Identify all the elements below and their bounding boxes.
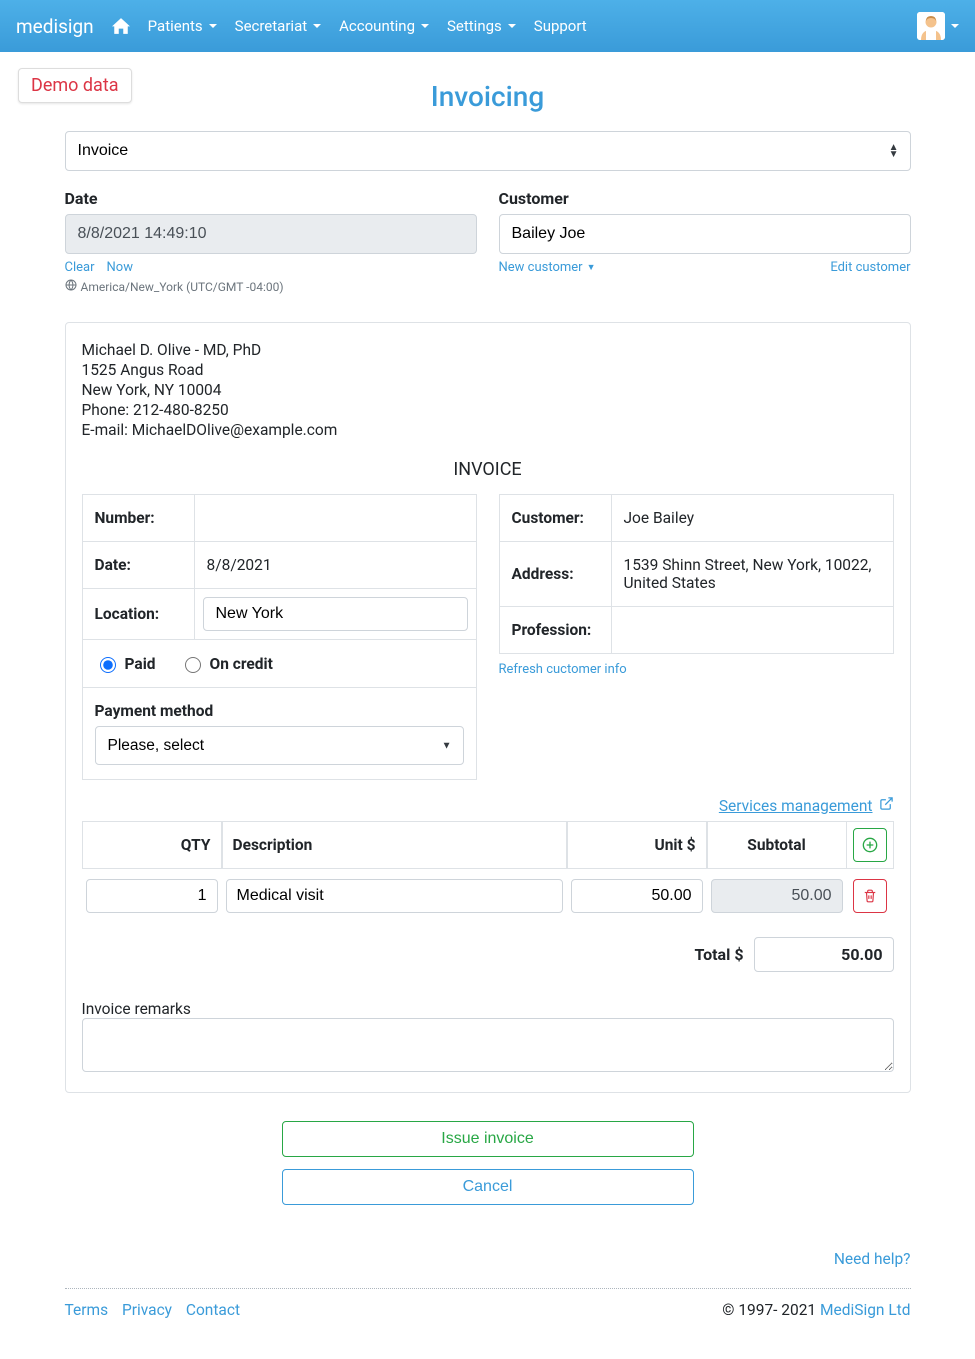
invoice-meta-table: Number: Date: 8/8/2021 Location:	[82, 494, 477, 780]
item-qty-input[interactable]	[86, 879, 218, 913]
profession-value	[611, 607, 893, 654]
date-clear-link[interactable]: Clear	[65, 260, 95, 275]
navbar: medisign Patients Secretariat Accounting…	[0, 0, 975, 52]
globe-icon	[65, 279, 77, 294]
col-desc: Description	[222, 821, 567, 869]
nav-settings[interactable]: Settings	[447, 17, 516, 35]
cust-value: Joe Bailey	[611, 495, 893, 542]
invoice-card: Michael D. Olive - MD, PhD 1525 Angus Ro…	[65, 322, 911, 1093]
credit-radio[interactable]	[185, 657, 201, 673]
profession-label: Profession:	[499, 607, 611, 654]
sender-phone: Phone: 212-480-8250	[82, 401, 894, 419]
location-input[interactable]	[203, 597, 468, 631]
new-customer-link[interactable]: New customer ▼	[499, 260, 596, 275]
refresh-customer-link[interactable]: Refresh cuctomer info	[499, 662, 627, 677]
demo-data-badge: Demo data	[18, 68, 132, 103]
customer-info-table: Customer: Joe Bailey Address: 1539 Shinn…	[499, 494, 894, 654]
remarks-label: Invoice remarks	[82, 1000, 894, 1018]
date-input[interactable]	[65, 214, 477, 254]
footer-contact[interactable]: Contact	[186, 1301, 240, 1319]
need-help-link[interactable]: Need help?	[834, 1250, 911, 1268]
nav-patients[interactable]: Patients	[148, 17, 217, 35]
home-icon[interactable]	[112, 18, 130, 34]
delete-item-button[interactable]	[853, 879, 887, 913]
footer: Terms Privacy Contact © 1997- 2021 MediS…	[65, 1301, 911, 1319]
item-row	[82, 869, 894, 923]
edit-customer-link[interactable]: Edit customer	[830, 260, 910, 275]
user-menu[interactable]	[917, 12, 959, 40]
invoice-heading: INVOICE	[82, 459, 894, 480]
item-unit-input[interactable]	[571, 879, 703, 913]
remarks-textarea[interactable]	[82, 1018, 894, 1072]
items-table: QTY Description Unit $ Subtotal	[82, 821, 894, 923]
payment-method-select[interactable]: Please, select	[95, 726, 464, 765]
customer-input[interactable]	[499, 214, 911, 254]
document-type-select[interactable]: Invoice	[65, 131, 911, 171]
footer-company[interactable]: MediSign Ltd	[820, 1301, 911, 1319]
nav-accounting[interactable]: Accounting	[339, 17, 429, 35]
nav-support[interactable]: Support	[534, 17, 587, 35]
nav-secretariat[interactable]: Secretariat	[235, 17, 321, 35]
address-value: 1539 Shinn Street, New York, 10022, Unit…	[611, 542, 893, 607]
sender-street: 1525 Angus Road	[82, 361, 894, 379]
add-item-button[interactable]	[853, 828, 887, 862]
footer-privacy[interactable]: Privacy	[122, 1301, 172, 1319]
sender-email: E-mail: MichaelDOlive@example.com	[82, 421, 894, 439]
footer-copyright: © 1997- 2021	[722, 1301, 820, 1319]
total-value: 50.00	[754, 937, 894, 972]
avatar-icon	[917, 12, 945, 40]
cust-label: Customer:	[499, 495, 611, 542]
paid-radio[interactable]	[100, 657, 116, 673]
sender-city: New York, NY 10004	[82, 381, 894, 399]
credit-radio-label[interactable]: On credit	[180, 654, 273, 673]
divider	[65, 1288, 911, 1289]
timezone-text: America/New_York (UTC/GMT -04:00)	[81, 280, 284, 294]
page-title: Invoicing	[65, 80, 911, 113]
inv-date-label: Date:	[82, 542, 194, 589]
date-label: Date	[65, 189, 477, 208]
item-desc-input[interactable]	[226, 879, 563, 913]
col-unit: Unit $	[567, 821, 707, 869]
col-subtotal: Subtotal	[707, 821, 847, 869]
date-now-link[interactable]: Now	[107, 260, 133, 275]
issue-invoice-button[interactable]: Issue invoice	[282, 1121, 694, 1157]
services-management-link[interactable]: Services management	[719, 796, 894, 815]
number-value	[194, 495, 476, 542]
brand[interactable]: medisign	[16, 15, 94, 38]
customer-label: Customer	[499, 189, 911, 208]
paid-radio-label[interactable]: Paid	[95, 654, 156, 673]
sender-name: Michael D. Olive - MD, PhD	[82, 341, 894, 359]
address-label: Address:	[499, 542, 611, 607]
item-subtotal-input	[711, 879, 843, 913]
col-qty: QTY	[82, 821, 222, 869]
payment-method-label: Payment method	[95, 702, 464, 720]
external-link-icon	[879, 796, 894, 815]
location-label: Location:	[82, 589, 194, 640]
footer-terms[interactable]: Terms	[65, 1301, 109, 1319]
inv-date-value: 8/8/2021	[194, 542, 476, 589]
total-label: Total $	[695, 945, 744, 964]
sender-block: Michael D. Olive - MD, PhD 1525 Angus Ro…	[82, 341, 894, 439]
number-label: Number:	[82, 495, 194, 542]
